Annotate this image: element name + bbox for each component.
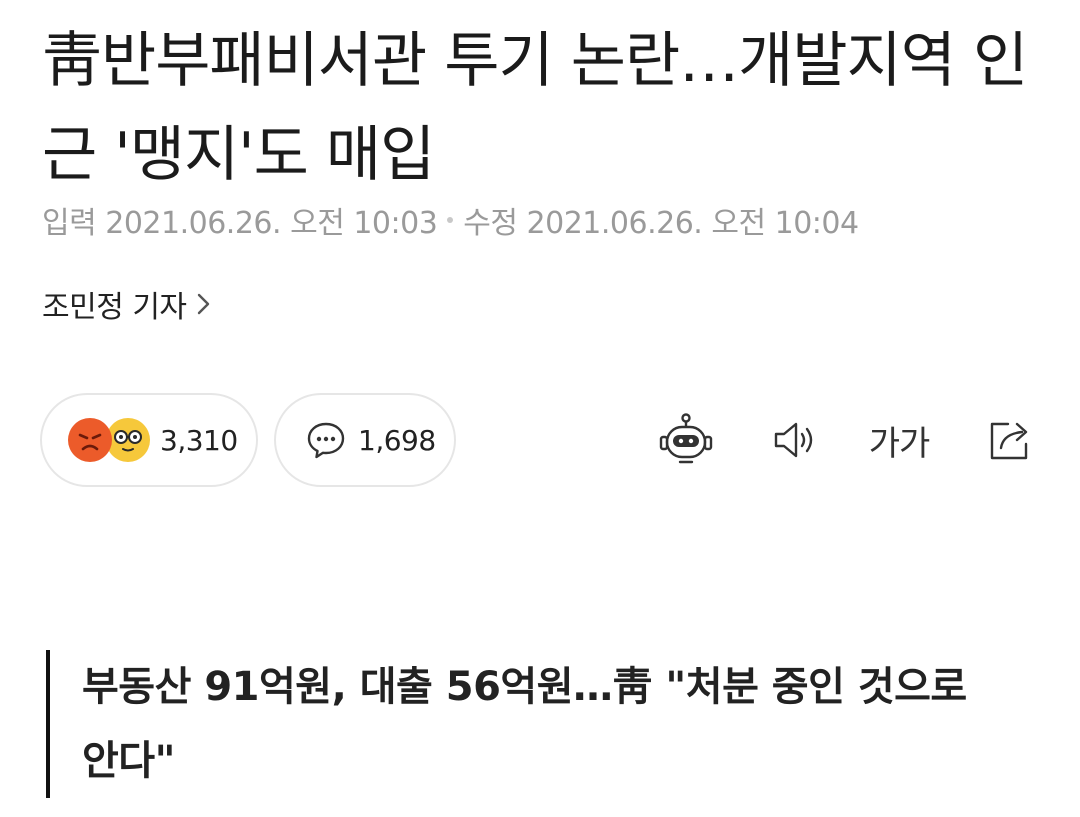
comments-count: 1,698 xyxy=(358,423,436,457)
summary-bot-button[interactable] xyxy=(650,404,722,476)
angry-emoji-icon xyxy=(68,418,112,462)
speaker-icon xyxy=(774,422,813,458)
article-meta: 입력 2021.06.26. 오전 10:03 수정 2021.06.26. 오… xyxy=(42,198,859,242)
comments-button[interactable]: 1,698 xyxy=(274,393,456,487)
article-headline: 靑반부패비서관 투기 논란…개발지역 인근 '맹지'도 매입 xyxy=(42,26,1028,190)
font-size-label: 가가 xyxy=(868,423,931,464)
reactions-button[interactable]: 3,310 xyxy=(40,393,258,487)
robot-icon xyxy=(659,413,713,464)
nerd-emoji-icon xyxy=(106,418,150,462)
font-size-icon: 가가 xyxy=(868,416,931,465)
article-subheading: 부동산 91억원, 대출 56억원…靑 "처분 중인 것으로 안다" xyxy=(46,650,1006,798)
share-button[interactable] xyxy=(974,404,1046,476)
share-icon xyxy=(990,422,1028,460)
font-size-button[interactable]: 가가 xyxy=(863,404,935,476)
meta-separator xyxy=(447,217,454,223)
chevron-right-icon xyxy=(197,293,209,315)
read-aloud-button[interactable] xyxy=(758,404,830,476)
comment-bubble-icon xyxy=(307,422,345,459)
edit-time: 2021.06.26. 오전 10:04 xyxy=(526,206,860,241)
edit-label: 수정 xyxy=(463,206,518,241)
input-label: 입력 xyxy=(42,206,97,241)
reactions-count: 3,310 xyxy=(160,423,238,457)
reporter-link[interactable]: 조민정 기자 xyxy=(42,282,211,326)
reporter-name: 조민정 기자 xyxy=(42,290,187,325)
input-time: 2021.06.26. 오전 10:03 xyxy=(105,206,438,241)
